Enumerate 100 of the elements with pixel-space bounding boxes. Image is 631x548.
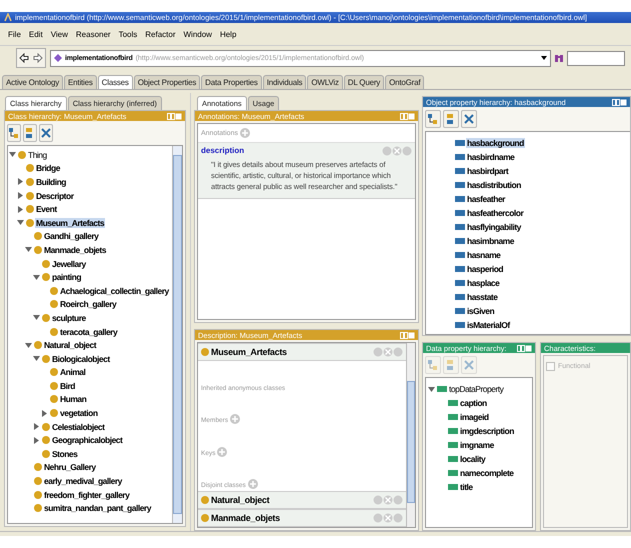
tree-item[interactable]: teracota_gallery	[59, 326, 118, 337]
caret-right-icon[interactable]	[41, 410, 48, 417]
circle-icon	[34, 504, 42, 512]
tree-item[interactable]: Bridge	[35, 163, 61, 174]
tree-item[interactable]: hasbackground	[466, 138, 525, 148]
scrollbar[interactable]	[172, 146, 182, 523]
tab[interactable]: OWLViz	[307, 75, 343, 89]
caret-right-icon[interactable]	[33, 436, 40, 444]
tree-item[interactable]: caption	[459, 398, 488, 408]
tab[interactable]: Object Properties	[134, 75, 200, 89]
tree-item[interactable]: Manmade_objets	[43, 244, 107, 255]
menu-item[interactable]: View	[46, 28, 72, 40]
tree-item[interactable]: imgname	[459, 440, 495, 450]
delete-button[interactable]	[461, 110, 477, 128]
circle-icon	[201, 514, 209, 522]
tree-item[interactable]: Geographicalobject	[51, 435, 124, 446]
tree-item[interactable]: Achaelogical_collectin_gallery	[59, 286, 170, 296]
caret-right-icon[interactable]	[33, 423, 40, 430]
circle-icon	[42, 260, 50, 268]
tree-item[interactable]: Museum_Artefacts	[35, 218, 106, 228]
tree-item[interactable]: hasimbname	[466, 236, 515, 246]
tree-item[interactable]: locality	[459, 454, 486, 464]
tab[interactable]: OntoGraf	[385, 75, 424, 89]
tree-item[interactable]: Biologicalobject	[51, 354, 111, 364]
tree-item[interactable]: Human	[59, 394, 88, 404]
tree-item[interactable]: hasplace	[466, 278, 500, 288]
tree-item[interactable]: Jewellary	[51, 258, 87, 269]
tree-item[interactable]: hasperiod	[466, 264, 504, 274]
tree-item[interactable]: hasbirdname	[466, 152, 516, 162]
tree-item[interactable]: topDataProperty	[448, 384, 504, 394]
tree-item[interactable]: isMaterialOf	[466, 320, 511, 330]
tree-item[interactable]: hasdistribution	[466, 180, 522, 190]
tab[interactable]: DL Query	[344, 75, 384, 89]
search-field[interactable]	[567, 50, 625, 66]
tree-item[interactable]: Natural_object	[43, 340, 98, 350]
tree-item[interactable]: Roeirch_gallery	[59, 299, 118, 310]
caret-down-icon[interactable]	[9, 151, 16, 158]
tab[interactable]: Classes	[98, 75, 133, 89]
menu-item[interactable]: Help	[216, 28, 240, 40]
tree-item[interactable]: Celestialobject	[51, 422, 106, 432]
circle-icon	[42, 422, 50, 431]
tree-item[interactable]: hasbirdpart	[466, 166, 510, 176]
caret-down-icon[interactable]	[25, 246, 32, 254]
tree-item[interactable]: Animal	[59, 367, 86, 378]
menu-item[interactable]: File	[4, 28, 25, 40]
circle-icon	[42, 436, 50, 444]
caret-down-icon[interactable]	[17, 219, 24, 226]
circle-icon	[26, 178, 34, 186]
tree-item[interactable]: namecomplete	[459, 468, 515, 478]
right-arrow-icon	[33, 53, 43, 63]
tree-item[interactable]: Thing	[27, 150, 48, 160]
tree-item[interactable]: imgdescription	[459, 426, 515, 436]
caret-right-icon[interactable]	[17, 206, 24, 213]
menu-item[interactable]: Refactor	[141, 28, 180, 40]
add-subclass-button[interactable]	[7, 124, 21, 142]
add-subclass-button[interactable]	[425, 110, 441, 128]
tree-item[interactable]: painting	[51, 272, 82, 282]
caret-down-icon[interactable]	[33, 355, 40, 362]
tree-item[interactable]: vegetation	[59, 408, 99, 418]
tree-item[interactable]: imageid	[459, 412, 490, 422]
tree-item[interactable]: hasname	[466, 250, 502, 260]
tree-item[interactable]: Stones	[51, 448, 78, 459]
tree-item[interactable]: Event	[35, 204, 58, 214]
tree-item[interactable]: Gandhi_gallery	[43, 231, 100, 242]
tree-item[interactable]: hasstate	[466, 292, 498, 302]
menu-item[interactable]: Reasoner	[72, 28, 115, 40]
caret-right-icon[interactable]	[17, 178, 24, 186]
add-sibling-button[interactable]	[23, 124, 37, 142]
add-sibling-button[interactable]	[443, 110, 459, 128]
circle-icon	[50, 286, 58, 295]
caret-down-icon[interactable]	[25, 342, 32, 349]
dropdown-arrow-icon[interactable]	[541, 55, 547, 61]
view-buttons-icon	[612, 98, 627, 106]
tab[interactable]: Active Ontology	[2, 75, 64, 89]
tree-item[interactable]: hasfeathercolor	[466, 208, 524, 218]
menu-item[interactable]: Edit	[24, 28, 47, 40]
tree-item[interactable]: hasfeather	[466, 194, 506, 204]
tree-item[interactable]: sumitra_nandan_pant_gallery	[43, 503, 152, 514]
tree-item[interactable]: early_medival_gallery	[43, 476, 123, 486]
delete-button[interactable]	[39, 124, 53, 142]
tree-item[interactable]: isGiven	[466, 306, 496, 316]
tree-item[interactable]: Bird	[59, 380, 76, 391]
menu-item[interactable]: Tools	[114, 28, 142, 40]
tree-item[interactable]: Descriptor	[35, 190, 75, 201]
tree-item[interactable]: Nehru_Gallery	[43, 462, 97, 472]
tree-item[interactable]: hasflyingability	[466, 222, 522, 232]
caret-right-icon[interactable]	[17, 192, 24, 200]
tree-item[interactable]: sculpture	[51, 312, 87, 323]
caret-down-icon[interactable]	[428, 386, 435, 392]
tab[interactable]: Entities	[64, 75, 97, 89]
tree-item[interactable]: title	[459, 482, 474, 492]
caret-down-icon[interactable]	[33, 274, 40, 281]
tree-item[interactable]: Building	[35, 176, 67, 187]
tree-item[interactable]: freedom_fighter_gallery	[43, 490, 130, 500]
tab[interactable]: Individuals	[262, 75, 306, 89]
tab[interactable]: Data Properties	[201, 75, 262, 89]
circle-icon	[50, 328, 58, 336]
scrollbar[interactable]	[406, 343, 415, 527]
caret-down-icon[interactable]	[33, 314, 40, 322]
menu-item[interactable]: Window	[180, 28, 216, 40]
